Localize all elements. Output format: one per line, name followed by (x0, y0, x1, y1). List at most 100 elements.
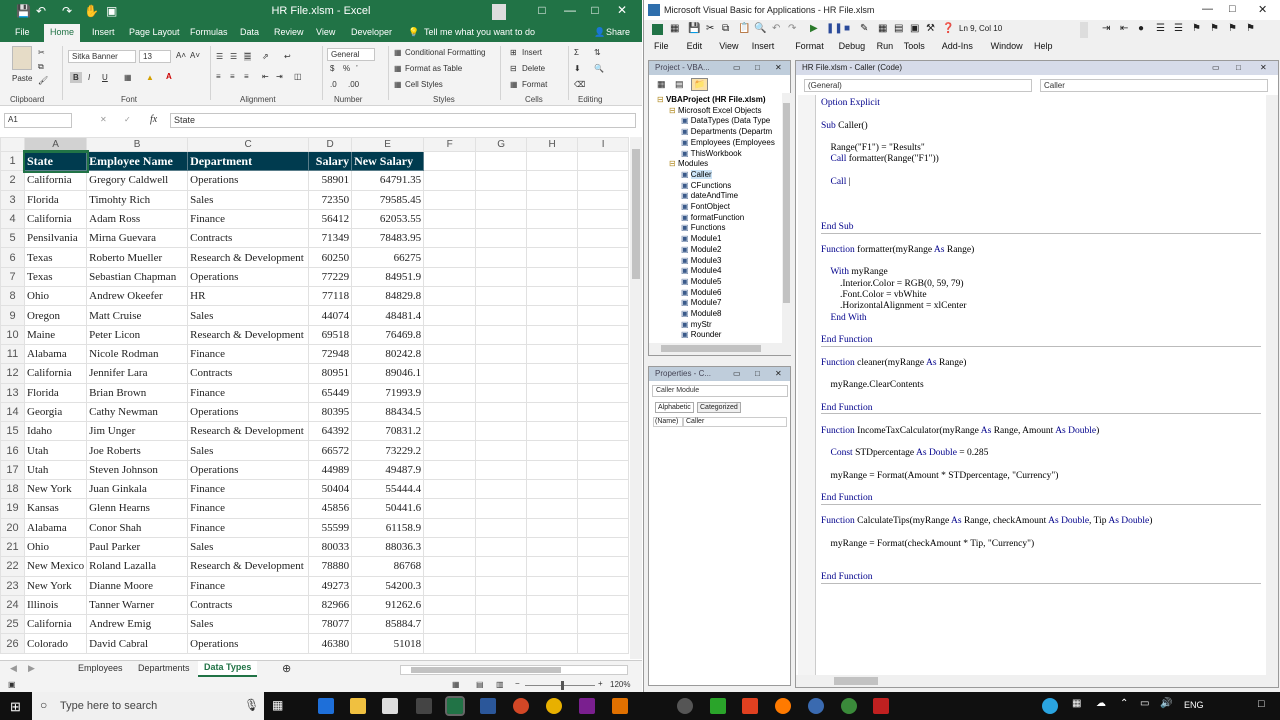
cell[interactable] (577, 517, 630, 538)
comment-block-icon[interactable]: ☰ (1156, 23, 1165, 34)
network-icon[interactable]: ▦ (1072, 698, 1081, 709)
cell[interactable]: Finance (187, 208, 310, 230)
page-layout-view-icon[interactable]: ▤ (476, 680, 484, 689)
cell[interactable]: 85884.7 (351, 614, 425, 635)
microphone-icon[interactable]: 🎙 (244, 698, 259, 712)
cell[interactable]: Sebastian Chapman (86, 266, 189, 288)
format-painter-icon[interactable]: 🖌 (38, 76, 48, 85)
close-icon[interactable]: ✕ (612, 3, 632, 17)
cell[interactable] (475, 150, 528, 172)
tree-item[interactable]: ▣ Module7 (657, 298, 775, 309)
cell[interactable]: Juan Ginkala (86, 479, 189, 500)
cell[interactable]: Andrew Okeefer (86, 286, 189, 307)
vba-undo-icon[interactable]: ↶ (772, 23, 780, 34)
cell[interactable]: Kansas (23, 498, 88, 519)
cell[interactable] (577, 459, 630, 481)
vba-close-icon[interactable]: ✕ (1258, 3, 1267, 16)
cell[interactable]: Operations (187, 633, 310, 654)
cell[interactable]: 45856 (308, 498, 353, 519)
top-align-icon[interactable]: ☰ (216, 52, 223, 61)
design-mode-icon[interactable]: ✎ (860, 23, 868, 34)
next-bookmark-icon[interactable]: ⚑ (1210, 23, 1219, 34)
cell[interactable]: Salary (308, 150, 353, 172)
cell[interactable]: Idaho (23, 421, 88, 442)
cell[interactable] (423, 324, 477, 345)
code-line[interactable]: Const STDpercentage As Double = 0.285 (821, 448, 1261, 459)
cell[interactable] (475, 343, 528, 365)
code-editor[interactable]: Option Explicit Sub Caller() Range("F1")… (821, 98, 1261, 584)
cell[interactable] (577, 382, 630, 403)
increase-decimal-icon[interactable]: .0 (330, 80, 337, 89)
mail-icon[interactable] (416, 698, 432, 714)
tree-item[interactable]: ▣ Caller (657, 169, 775, 181)
code-line[interactable]: Function CalculateTips(myRange As Range,… (821, 516, 1261, 527)
align-right-icon[interactable]: ≡ (244, 72, 249, 81)
cell[interactable]: 89046.1 (351, 363, 425, 384)
cell[interactable]: Utah (23, 459, 88, 481)
vba-menu-file[interactable]: File (654, 41, 669, 51)
tree-item[interactable]: ▣ Functions (657, 223, 775, 234)
tab-insert[interactable]: Insert (92, 27, 115, 37)
horizontal-scrollbar[interactable] (400, 665, 628, 675)
insert-function-icon[interactable]: fx (150, 114, 157, 125)
code-line[interactable]: End Function (821, 493, 1261, 505)
project-max-icon[interactable]: □ (755, 63, 760, 72)
cell[interactable] (423, 536, 477, 558)
tree-scrollbar[interactable] (782, 93, 791, 343)
cell[interactable] (475, 305, 528, 326)
snagit-icon[interactable] (742, 698, 758, 714)
code-vscrollbar[interactable] (1266, 95, 1278, 675)
sort-filter-icon[interactable]: ⇅ (594, 48, 601, 57)
italic-button[interactable]: I (88, 73, 90, 82)
cell[interactable]: 64791.35 (351, 170, 425, 191)
project-tree[interactable]: ⊟ VBAProject (HR File.xlsm) ⊟ Microsoft E… (657, 95, 775, 341)
cell[interactable] (526, 228, 579, 249)
tree-item[interactable]: ▣ Departments (Departm (657, 127, 775, 138)
tree-item[interactable]: ▣ CFunctions (657, 181, 775, 192)
cell[interactable] (577, 536, 630, 558)
tree-item[interactable]: ▣ Rounder (657, 330, 775, 341)
underline-button[interactable]: U (102, 73, 108, 82)
insert-cells-button[interactable]: Insert (522, 48, 542, 57)
cell[interactable]: 46380 (308, 633, 353, 654)
cell[interactable]: Paul Parker (86, 536, 189, 558)
tree-item[interactable]: ▣ DataTypes (Data Type (657, 116, 775, 127)
cell[interactable] (423, 208, 477, 230)
cell[interactable]: Mirna Guevara (86, 228, 189, 249)
cell[interactable]: 88434.5 (351, 401, 425, 423)
tree-item[interactable]: ▣ FontObject (657, 202, 775, 213)
props-tab-categorized[interactable]: Categorized (697, 402, 741, 413)
tree-item[interactable]: ▣ dateAndTime (657, 191, 775, 202)
insert-module-icon[interactable]: ▦ (670, 23, 679, 34)
cell[interactable] (475, 556, 528, 577)
cell[interactable] (526, 421, 579, 442)
toolbar-scroll[interactable] (1080, 22, 1088, 38)
toolbox-icon[interactable]: ⚒ (926, 23, 935, 34)
cell[interactable] (423, 459, 477, 481)
cell[interactable] (526, 401, 579, 423)
cell[interactable]: Dianne Moore (86, 575, 189, 596)
row-header[interactable]: 10 (0, 324, 25, 345)
cell[interactable] (577, 556, 630, 577)
row-header[interactable]: 4 (0, 208, 25, 230)
cell[interactable] (423, 189, 477, 210)
align-left-icon[interactable]: ≡ (216, 72, 221, 81)
cell[interactable] (526, 594, 579, 616)
cell[interactable]: 44989 (308, 459, 353, 481)
tree-item[interactable]: ▣ Module2 (657, 245, 775, 256)
cell-styles-button[interactable]: Cell Styles (405, 80, 443, 89)
cell[interactable] (423, 343, 477, 365)
props-tab-alphabetic[interactable]: Alphabetic (655, 402, 694, 413)
vba-menu-run[interactable]: Run (877, 41, 894, 51)
cell[interactable] (475, 247, 528, 268)
cell[interactable] (526, 363, 579, 384)
cell[interactable]: 71993.9 (351, 382, 425, 403)
cell[interactable]: California (23, 170, 88, 191)
code-line[interactable] (821, 109, 1261, 120)
cell[interactable] (423, 479, 477, 500)
cell[interactable]: Operations (187, 170, 310, 191)
cell[interactable]: Research & Development (187, 324, 310, 345)
cell[interactable] (577, 324, 630, 345)
cell[interactable] (423, 556, 477, 577)
code-min-icon[interactable]: ▭ (1212, 63, 1220, 72)
